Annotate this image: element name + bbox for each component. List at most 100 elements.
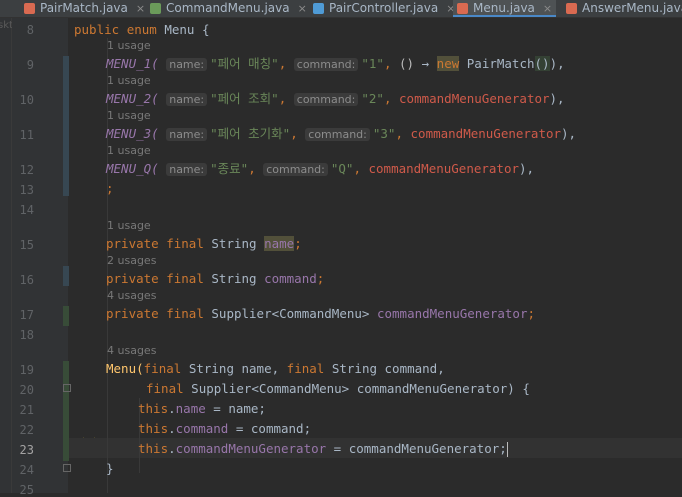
brace: { [201,22,210,37]
param-hint: name: [166,128,208,141]
tab-label: Menu.java [473,1,535,15]
code-line-8[interactable]: public enum Menu { [74,23,210,37]
parameter: commandMenuGenerator [356,381,508,396]
comma: , [248,161,256,176]
close-icon[interactable]: × [543,1,552,16]
type: Supplier<CommandMenu> [211,306,370,321]
tab-paircontroller[interactable]: PairController.java × [313,0,455,17]
lambda-params: () [399,56,415,71]
type: String [211,271,257,286]
dot: . [168,401,176,416]
close-icon[interactable]: × [298,1,307,16]
enum-name: Menu [164,22,195,37]
keyword: this [138,401,169,416]
usage-hint[interactable]: 2 usages [107,254,156,267]
line-number: 11 [19,128,34,142]
tab-label: PairController.java [329,1,439,15]
code-line-22[interactable]: this.command = command; [138,422,311,436]
keyword: this [138,421,169,436]
code-line-10[interactable]: MENU_2( name: "페어 조회", command: "2", comma… [106,92,565,106]
param-hint: name: [166,163,208,176]
enum-constant: MENU_3 [106,126,152,141]
tab-commandmenu[interactable]: CommandMenu.java × [150,0,307,17]
string-literal: "3" [372,126,396,141]
comma: , [383,91,392,106]
argument: commandMenuGenerator [410,126,562,141]
arrow: → [421,56,430,71]
semicolon: ; [527,306,536,321]
field-name: commandMenuGenerator [376,306,528,321]
value: commandMenuGenerator; [348,441,507,456]
code-line-23[interactable]: this.commandMenuGenerator = commandMenuG… [138,442,508,457]
class-name: PairMatch [466,56,535,71]
tab-menu[interactable]: Menu.java × [453,0,557,17]
dot: . [168,441,176,456]
usage-hint[interactable]: 1 usage [107,144,151,157]
text-caret [506,442,508,457]
code-line-20[interactable]: final Supplier<CommandMenu> commandMenuG… [146,382,530,396]
type: String [331,361,377,376]
code-line-24[interactable]: } [106,462,114,476]
value: name; [228,401,266,416]
field-name: name [175,401,206,416]
keyword: private [106,236,159,251]
line-number: 17 [19,308,34,322]
enum-constant: MENU_Q [106,161,152,176]
semicolon: ; [294,236,302,251]
comma: , [278,91,287,106]
code-editor[interactable]: public enum Menu { 1 usage MENU_1( name:… [69,18,682,493]
usage-hint[interactable]: 4 usages [107,289,156,302]
param-hint: command: [263,163,328,176]
string-literal: "페어 초기화" [210,126,291,141]
line-number: 18 [19,328,34,342]
usage-hint[interactable]: 1 usage [107,74,151,87]
close-icon[interactable]: × [136,1,145,16]
usage-hint[interactable]: 1 usage [107,219,151,232]
keyword: this [138,441,169,456]
line-number-gutter[interactable]: 8 9 10 11 12 13 14 15 16 17 18 19 20 21 … [12,18,68,496]
usage-hint[interactable]: 4 usages [107,344,156,357]
comma: , [290,126,298,141]
param-hint: command: [293,58,359,71]
param-hint: name: [166,58,208,71]
code-line-9[interactable]: MENU_1( name: "페어 매칭", command: "1", () → … [106,56,565,71]
line-number: 20 [19,383,34,397]
code-line-15[interactable]: private final String name; [106,236,302,251]
code-line-16[interactable]: private final String command; [106,272,324,286]
code-line-11[interactable]: MENU_3( name: "페어 초기화", command: "3", comm… [106,127,576,141]
paren: ), [549,91,565,106]
field-name: command [264,271,317,286]
java-class-icon [566,3,577,14]
paren: ( [151,161,159,176]
tab-label: AnswerMenu.java [582,1,682,15]
tab-label: PairMatch.java [40,1,128,15]
keyword: final [286,361,325,376]
code-line-19[interactable]: Menu(final String name, final String com… [106,362,445,376]
usage-hint[interactable]: 1 usage [107,39,151,52]
type: String [188,361,234,376]
field-name: commandMenuGenerator [175,441,327,456]
tab-pairmatch[interactable]: PairMatch.java × [24,0,145,17]
code-line-17[interactable]: private final Supplier<CommandMenu> comm… [106,307,535,321]
param-hint: command: [293,93,359,106]
line-number: 8 [26,23,34,37]
parameter: command, [384,361,445,376]
string-literal: "페어 조회" [210,91,279,106]
field-name: name [264,236,295,251]
param-hint: command: [305,128,370,141]
code-line-13[interactable]: ; [106,182,114,196]
code-line-12[interactable]: MENU_Q( name: "종료", command: "Q", commandM… [106,162,534,176]
string-literal: "종료" [210,161,249,176]
keyword: enum [126,22,157,37]
value: command; [250,421,312,436]
assign: = [228,421,251,436]
line-number: 24 [19,463,34,477]
code-line-21[interactable]: this.name = name; [138,402,266,416]
editor-tab-bar: PairMatch.java × CommandMenu.java × Pair… [0,0,682,18]
line-number: 14 [19,203,34,217]
usage-hint[interactable]: 1 usage [107,109,151,122]
keyword: public [74,22,120,37]
paren: ), [549,56,565,71]
keyword: final [146,381,184,396]
tab-answermenu[interactable]: AnswerMenu.java [566,0,682,17]
